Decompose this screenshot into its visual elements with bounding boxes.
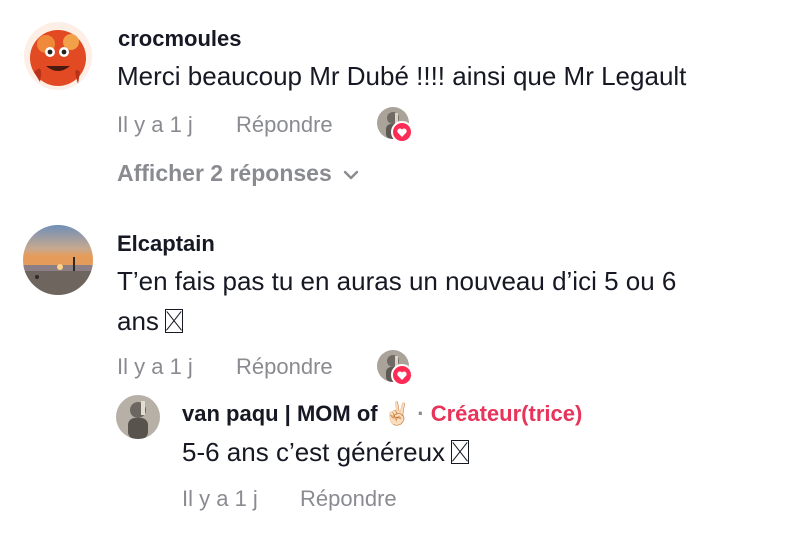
liked-by-creator-badge xyxy=(377,350,413,386)
comment-timestamp: Il y a 1 j xyxy=(117,112,193,137)
show-replies-button[interactable]: Afficher 2 réponses xyxy=(117,160,360,187)
comment-text-line1: T’en fais pas tu en auras un nouveau d’i… xyxy=(117,266,677,296)
avatar-crocmoules[interactable] xyxy=(24,22,92,90)
reply-header: van paqu | MOM of ✌🏻 · Créateur(trice) xyxy=(182,401,582,427)
heart-icon xyxy=(391,364,413,386)
reply-button[interactable]: Répondre xyxy=(236,112,333,138)
reply-username[interactable]: van paqu | MOM of ✌🏻 xyxy=(182,401,411,426)
comment-username[interactable]: Elcaptain xyxy=(117,231,215,257)
comment-text: Merci beaucoup Mr Dubé !!!! ainsi que Mr… xyxy=(117,61,687,91)
reply-button[interactable]: Répondre xyxy=(236,354,333,380)
liked-by-creator-badge xyxy=(377,107,413,143)
missing-glyph-icon xyxy=(451,440,470,464)
heart-icon xyxy=(391,121,413,143)
chevron-down-icon xyxy=(342,160,360,187)
comment-username[interactable]: crocmoules xyxy=(118,26,242,52)
reply-timestamp: Il y a 1 j xyxy=(182,486,258,511)
creator-badge: Créateur(trice) xyxy=(430,401,583,426)
comment-timestamp: Il y a 1 j xyxy=(117,354,193,379)
avatar-van-paqu[interactable] xyxy=(116,395,160,439)
reply-text: 5-6 ans c’est généreux xyxy=(182,432,470,472)
show-replies-label: Afficher 2 réponses xyxy=(117,160,332,186)
avatar-elcaptain[interactable] xyxy=(23,225,93,295)
separator-dot: · xyxy=(417,401,425,426)
reply-button[interactable]: Répondre xyxy=(300,486,397,512)
missing-glyph-icon xyxy=(164,309,183,333)
comment-text-line2: ans xyxy=(117,301,183,341)
